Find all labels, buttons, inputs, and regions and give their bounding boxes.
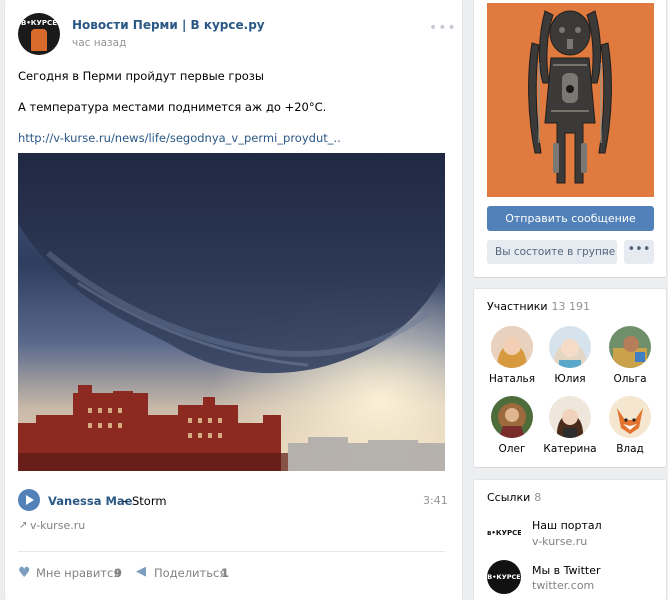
post-timestamp[interactable]: час назад: [72, 37, 126, 49]
like-count[interactable]: 9: [114, 566, 122, 580]
megaphone-icon[interactable]: ◀: [136, 564, 146, 579]
post-divider: [18, 551, 445, 552]
post-link[interactable]: http://v-kurse.ru/news/life/segodnya_v_p…: [18, 131, 341, 145]
avatar: [549, 326, 591, 368]
link-name: Наш портал: [532, 519, 602, 532]
avatar: [609, 326, 651, 368]
member-name: Влад: [616, 443, 644, 455]
links-title: Ссылки: [487, 491, 531, 504]
chevron-down-icon: ⌄: [601, 247, 609, 257]
group-info-card: Отправить сообщение Вы состоите в группе…: [474, 0, 666, 277]
source-link[interactable]: v-kurse.ru: [30, 519, 85, 532]
portal-logo: в•КУРСЕ: [487, 524, 521, 542]
avatar-image: [549, 326, 591, 368]
group-cover-image[interactable]: [487, 3, 654, 197]
share-count[interactable]: 1: [221, 566, 229, 580]
post-text-line-2: А температура местами поднимется аж до +…: [18, 100, 327, 114]
membership-label: Вы состоите в группе: [495, 246, 616, 258]
avatar: [491, 396, 533, 438]
member-name: Олег: [498, 443, 526, 455]
post-more-icon[interactable]: •••: [429, 20, 457, 36]
avatar: [549, 396, 591, 438]
members-header[interactable]: Участники 13 191: [487, 300, 590, 313]
link-item[interactable]: в•КУРСЕ Наш портал v-kurse.ru: [487, 516, 657, 550]
avatar: [609, 396, 651, 438]
link-url: twitter.com: [532, 579, 595, 592]
member-item[interactable]: Влад: [600, 396, 660, 455]
members-title: Участники: [487, 300, 548, 313]
idol-figure-icon: [528, 10, 612, 184]
member-name: Наталья: [488, 373, 536, 385]
avatar-image: [491, 326, 533, 368]
member-name: Юлия: [554, 373, 586, 385]
heart-icon[interactable]: ♥: [18, 565, 31, 581]
member-name: Ольга: [613, 373, 647, 385]
twitter-logo: В•КУРСЕ: [487, 560, 521, 594]
portal-logo-text: в•КУРСЕ: [487, 529, 521, 537]
audio-artist-link[interactable]: Vanessa Mae: [48, 494, 132, 508]
link-item[interactable]: В•КУРСЕ Мы в Twitter twitter.com: [487, 560, 657, 594]
avatar-image: [609, 326, 651, 368]
group-logo-text: В•КУРСЕ: [21, 19, 57, 27]
links-header[interactable]: Ссылки 8: [487, 491, 541, 504]
member-item[interactable]: Ольга: [600, 326, 660, 385]
share-button-label[interactable]: Поделиться: [154, 566, 226, 580]
link-url: v-kurse.ru: [532, 535, 588, 548]
avatar-image: [609, 396, 651, 438]
wall-post: В•КУРСЕ Новости Перми | В курсе.ру час н…: [5, 0, 462, 600]
group-name-link[interactable]: Новости Перми | В курсе.ру: [72, 18, 265, 32]
figure-icon: [31, 29, 47, 51]
member-item[interactable]: Наталья: [482, 326, 542, 385]
audio-separator: –: [122, 494, 128, 508]
send-message-button[interactable]: Отправить сообщение: [487, 206, 654, 231]
group-more-icon[interactable]: •••: [624, 240, 654, 264]
group-avatar[interactable]: В•КУРСЕ: [18, 13, 60, 55]
member-item[interactable]: Катерина: [540, 396, 600, 455]
twitter-logo-text: В•КУРСЕ: [487, 573, 521, 581]
storm-photo-image: [18, 153, 445, 471]
link-icon: ↗: [19, 520, 28, 531]
membership-dropdown[interactable]: Вы состоите в группе ⌄: [487, 240, 617, 264]
audio-title[interactable]: Storm: [132, 494, 167, 508]
play-icon[interactable]: [18, 489, 40, 511]
member-item[interactable]: Олег: [482, 396, 542, 455]
links-count: 8: [534, 491, 542, 504]
member-name: Катерина: [543, 443, 597, 455]
member-item[interactable]: Юлия: [540, 326, 600, 385]
avatar-image: [549, 396, 591, 438]
links-card: Ссылки 8 в•КУРСЕ Наш портал v-kurse.ru В•…: [474, 480, 666, 600]
post-photo[interactable]: [18, 153, 445, 471]
members-count: 13 191: [551, 300, 591, 313]
like-button-label[interactable]: Мне нравится: [36, 566, 120, 580]
avatar-image: [491, 396, 533, 438]
members-card: Участники 13 191 Наталья Юлия Ольга Олег …: [474, 289, 666, 467]
avatar: [491, 326, 533, 368]
link-name: Мы в Twitter: [532, 564, 601, 577]
post-text-line-1: Сегодня в Перми пройдут первые грозы: [18, 69, 264, 83]
audio-duration: 3:41: [423, 494, 448, 507]
